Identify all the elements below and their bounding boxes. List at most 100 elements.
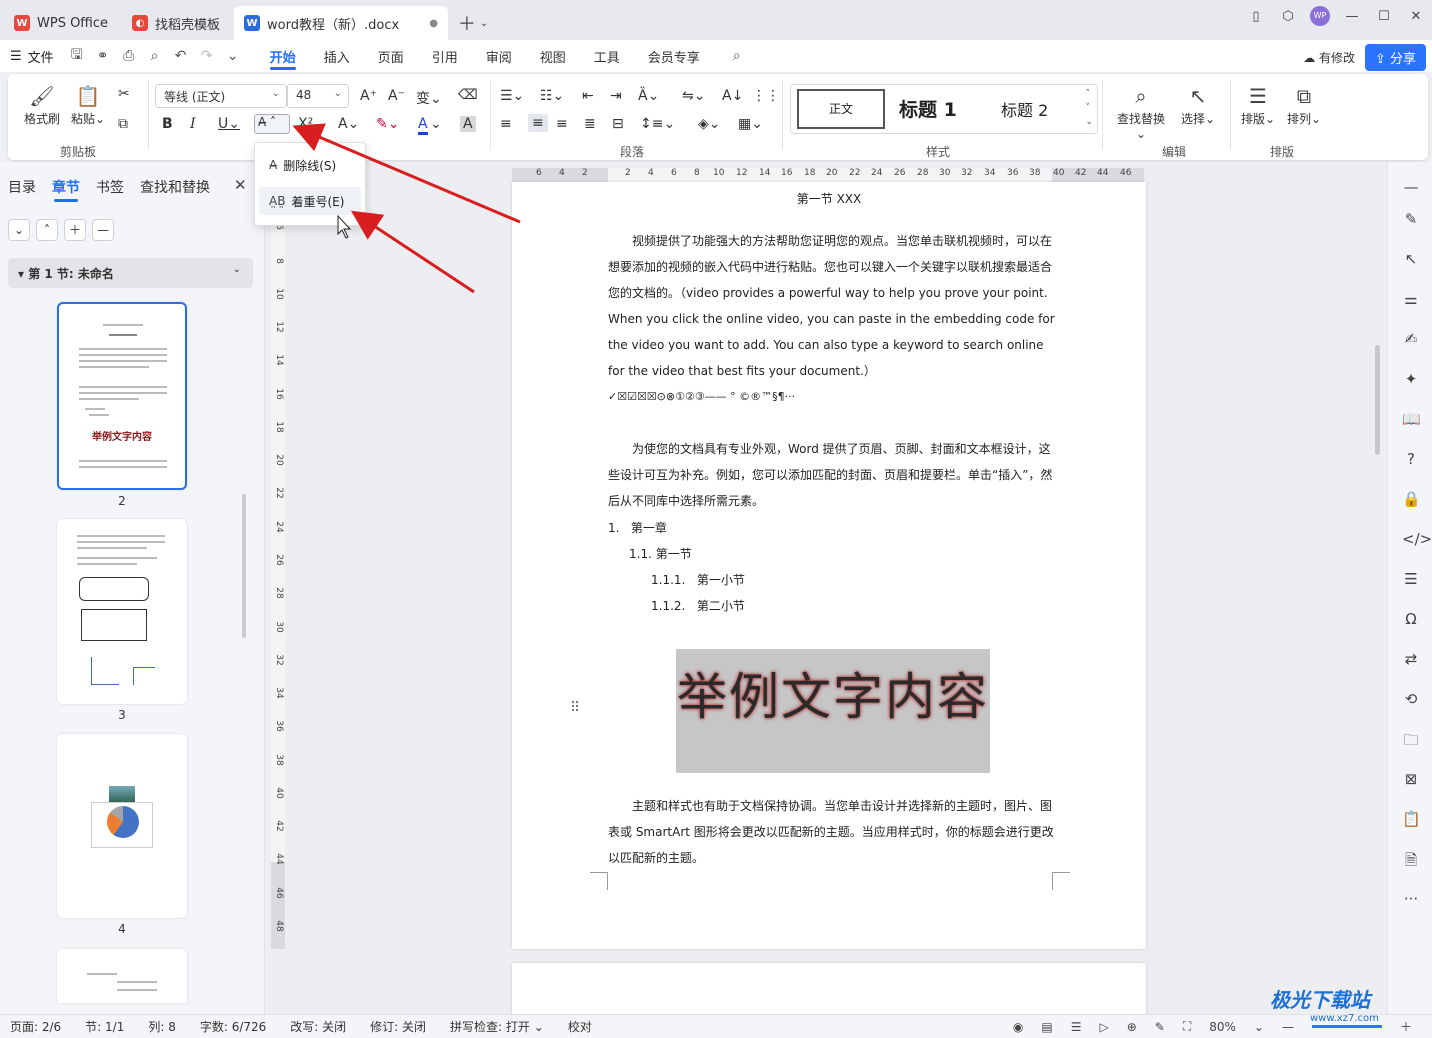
scroll-thumb[interactable]	[1375, 345, 1380, 455]
show-marks-icon[interactable]: ⋮⋮	[752, 88, 780, 104]
status-section[interactable]: 节: 1/1	[85, 1018, 124, 1035]
paste-button[interactable]: 📋 粘贴⌄	[68, 84, 108, 127]
list-item[interactable]: 1.1.1. 第一小节	[651, 571, 745, 588]
collapse-icon[interactable]: —	[1402, 178, 1420, 196]
remove-section-button[interactable]: —	[92, 219, 114, 241]
folder-star-icon[interactable]: 🗀	[1402, 730, 1420, 755]
font-size-select[interactable]: 48 ⌄	[287, 84, 349, 108]
tab-bookmarks[interactable]: 书签	[96, 177, 124, 197]
close-button[interactable]: ✕	[1400, 9, 1432, 24]
status-track-changes[interactable]: 修订: 关闭	[370, 1018, 426, 1035]
find-replace-button[interactable]: ⌕ 查找替换⌄	[1112, 84, 1170, 141]
copy-icon[interactable]: ⧉	[118, 116, 128, 132]
share-button[interactable]: ⇪ 分享	[1364, 44, 1426, 71]
fit-icon[interactable]: ⛶	[1183, 1019, 1191, 1034]
menu-references[interactable]: 引用	[418, 40, 472, 72]
bold-icon[interactable]: B	[162, 116, 173, 132]
redo-icon[interactable]: ↷	[194, 48, 220, 64]
tab-wps-office[interactable]: W WPS Office	[4, 6, 118, 40]
clipboard-icon[interactable]: 📋	[1402, 810, 1421, 828]
file-menu[interactable]: ☰ 文件	[0, 47, 64, 66]
vertical-scrollbar[interactable]	[1373, 165, 1383, 985]
shading-icon[interactable]: ◈⌄	[698, 116, 721, 132]
shrink-font-icon[interactable]: A⁻	[388, 88, 405, 104]
document-icon[interactable]: 🗎	[1402, 850, 1420, 875]
align-left-icon[interactable]: ≡	[500, 116, 512, 132]
more-chevron-icon[interactable]: ⌄	[220, 48, 246, 64]
tab-sections[interactable]: 章节	[52, 177, 80, 202]
share-link-icon[interactable]: ⚭	[90, 48, 116, 64]
body-paragraph[interactable]: 为使您的文档具有专业外观，Word 提供了页眉、页脚、封面和文本框设计，这些设计…	[608, 436, 1056, 514]
pointer-icon[interactable]: ↖	[1402, 250, 1420, 268]
menu-insert[interactable]: 插入	[310, 40, 364, 72]
history-icon[interactable]: ⟲	[1402, 690, 1420, 708]
modified-status[interactable]: ☁ 有修改	[1303, 49, 1355, 66]
status-overtype[interactable]: 改写: 关闭	[290, 1018, 346, 1035]
sidebar-toggle-icon[interactable]: ▯	[1240, 9, 1272, 24]
expand-down-button[interactable]: ⌄	[8, 219, 30, 241]
numbered-list-icon[interactable]: ☷⌄	[540, 88, 564, 104]
play-icon[interactable]: ▷	[1099, 1020, 1108, 1034]
cube-icon[interactable]: ⬡	[1272, 9, 1304, 24]
pen-icon[interactable]: ✎	[1402, 210, 1420, 228]
wordart-text[interactable]: 举例文字内容	[676, 657, 990, 729]
font-name-select[interactable]: 等线 (正文) ⌄	[155, 84, 287, 108]
sliders-icon[interactable]: ⚌	[1402, 290, 1420, 308]
select-button[interactable]: ↖ 选择⌄	[1178, 84, 1218, 127]
body-paragraph[interactable]: 主题和样式也有助于文档保持协调。当您单击设计并选择新的主题时，图片、图表或 Sm…	[608, 793, 1056, 871]
tab-find-replace[interactable]: 查找和替换	[140, 177, 210, 197]
list-icon[interactable]: ☰	[1402, 570, 1420, 588]
superscript-icon[interactable]: X²⌄	[298, 116, 325, 132]
style-normal[interactable]: 正文	[797, 89, 885, 129]
tab-toc[interactable]: 目录	[8, 177, 36, 197]
page-thumbnail[interactable]	[57, 949, 187, 1003]
status-page[interactable]: 页面: 2/6	[10, 1018, 61, 1035]
page-thumbnail[interactable]	[57, 519, 187, 704]
cut-icon[interactable]: ✂	[118, 86, 130, 102]
zoom-slider[interactable]	[1311, 1025, 1382, 1028]
strikethrough-dropdown-button[interactable]: A̶ ˄	[254, 114, 290, 134]
menu-tools[interactable]: 工具	[580, 40, 634, 72]
grow-font-icon[interactable]: A⁺	[360, 88, 377, 104]
tab-docer-templates[interactable]: ◐ 找稻壳模板	[122, 6, 230, 40]
justify-icon[interactable]: ≣	[584, 116, 596, 132]
italic-icon[interactable]: I	[190, 116, 196, 132]
section-header[interactable]: ▾ 第 1 节: 未命名 ⌄	[8, 258, 253, 288]
align-right-icon[interactable]: ≡	[556, 116, 568, 132]
new-tab-button[interactable]: ＋ ⌄	[448, 6, 498, 40]
line-spacing-icon[interactable]: ↕≡⌄	[640, 116, 675, 132]
page-view-icon[interactable]: ▤	[1041, 1020, 1052, 1034]
sort-icon[interactable]: A↓	[722, 88, 743, 104]
status-word-count[interactable]: 字数: 6/726	[200, 1018, 266, 1035]
status-spell-check[interactable]: 拼写检查: 打开 ⌄	[450, 1018, 544, 1035]
translate-icon[interactable]: ⇄	[1402, 650, 1420, 668]
gallery-scroll-icon[interactable]: ˄ ˅ ⌄	[1085, 87, 1093, 129]
menu-home[interactable]: 开始	[256, 40, 310, 72]
horizontal-ruler[interactable]: 6 4 2 2 4 6 8 10 12 14 16 18 20 22 24 26…	[512, 168, 1144, 182]
style-heading-2[interactable]: 标题 2	[1001, 97, 1048, 121]
magic-icon[interactable]: ✦	[1402, 370, 1420, 388]
phonetic-guide-icon[interactable]: 变⌄	[416, 88, 442, 108]
symbols-line[interactable]: ✓☒☑☒☒⊙⊗①②③—— ° ©®™§¶···	[608, 384, 1056, 410]
search-icon[interactable]: ⌕	[724, 48, 750, 64]
ai-write-icon[interactable]: ✍	[1402, 330, 1420, 348]
outline-view-icon[interactable]: ☰	[1071, 1020, 1082, 1034]
zoom-in-button[interactable]: ＋	[1400, 1018, 1412, 1035]
list-item[interactable]: 1. 第一章	[608, 519, 667, 536]
body-paragraph[interactable]: 视频提供了功能强大的方法帮助您证明您的观点。当您单击联机视频时，可以在想要添加的…	[608, 228, 1056, 384]
decrease-indent-icon[interactable]: ⇤	[582, 88, 594, 104]
chevron-down-icon[interactable]: ⌄	[1254, 1020, 1264, 1034]
char-shading-icon[interactable]: A	[460, 116, 476, 132]
borders-icon[interactable]: ▦⌄	[738, 116, 763, 132]
lock-icon[interactable]: 🔒	[1402, 490, 1421, 508]
maximize-button[interactable]: ☐	[1368, 9, 1400, 24]
status-column[interactable]: 列: 8	[148, 1018, 176, 1035]
style-heading-1[interactable]: 标题 1	[899, 95, 957, 122]
save-icon[interactable]: 🖫	[64, 44, 90, 68]
list-item[interactable]: 1.1. 第一节	[629, 545, 692, 562]
font-color-icon[interactable]: A	[418, 116, 428, 135]
tab-document[interactable]: W word教程（新）.docx ●	[234, 6, 448, 40]
format-painter-button[interactable]: 🖌 格式刷	[22, 84, 62, 127]
section-heading[interactable]: 第一节 XXX	[512, 190, 1146, 207]
page-thumbnail[interactable]	[57, 734, 187, 918]
